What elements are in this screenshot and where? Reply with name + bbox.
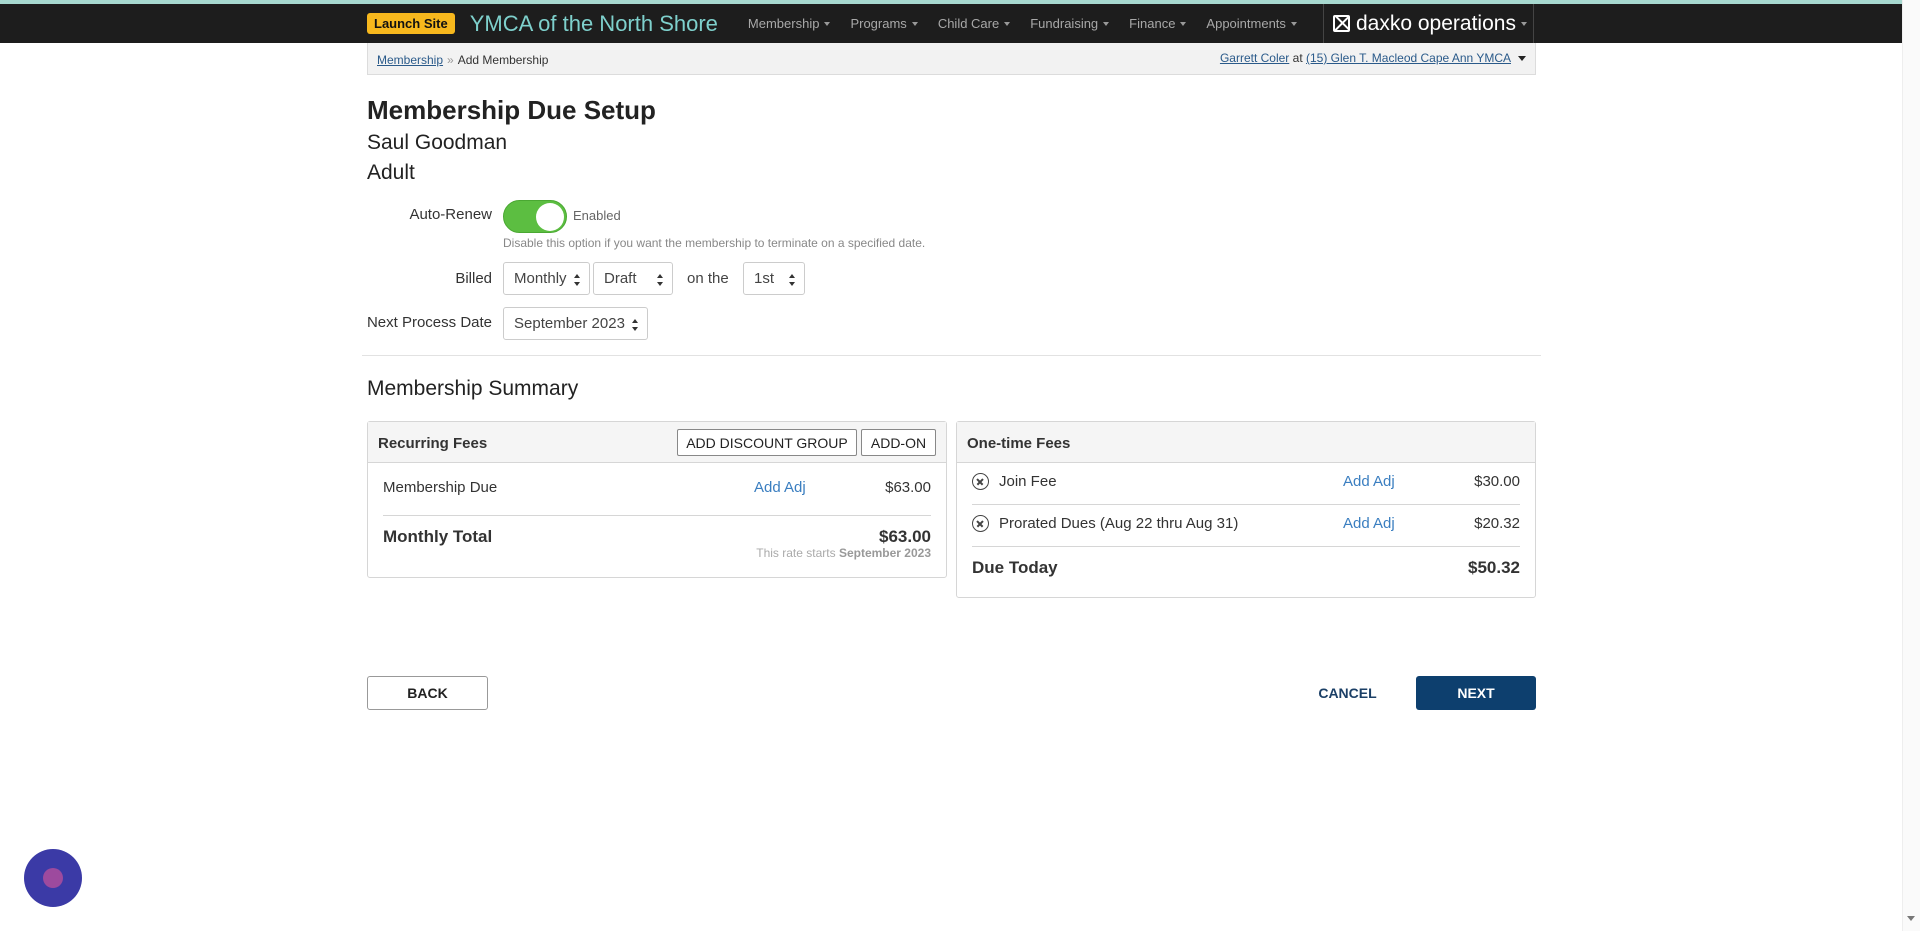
next-button[interactable]: NEXT (1416, 676, 1536, 710)
section-divider (362, 355, 1541, 356)
caret-down-icon (1520, 21, 1527, 26)
caret-down-icon (1004, 21, 1011, 26)
next-process-date-select[interactable]: September 2023 (503, 307, 648, 340)
billing-frequency-select[interactable]: Monthly (503, 262, 590, 295)
remove-circle-icon[interactable] (972, 515, 989, 532)
fee-amount: $20.32 (1474, 515, 1520, 532)
add-adj-link[interactable]: Add Adj (1343, 515, 1395, 532)
select-arrows-icon (632, 319, 639, 331)
breadcrumb-separator: » (447, 53, 454, 67)
nav-item-fundraising[interactable]: Fundraising (1030, 16, 1110, 31)
brand-title[interactable]: YMCA of the North Shore (470, 11, 718, 37)
billing-day-select[interactable]: 1st (743, 262, 805, 295)
scroll-down-icon[interactable] (1907, 916, 1915, 921)
select-arrows-icon (789, 274, 796, 286)
nav-item-label: Child Care (937, 16, 1000, 31)
add-adj-link[interactable]: Add Adj (1343, 473, 1395, 490)
nav-inner: Launch Site YMCA of the North Shore Memb… (367, 4, 1317, 43)
add-on-button[interactable]: ADD-ON (861, 429, 936, 456)
caret-down-icon (1180, 21, 1187, 26)
rate-note-date: September 2023 (838, 546, 931, 560)
breadcrumb-current: Add Membership (457, 53, 549, 67)
nav-item-membership[interactable]: Membership (748, 16, 831, 31)
member-name: Saul Goodman (367, 131, 508, 154)
next-process-date-label: Next Process Date (366, 314, 492, 331)
daxko-logo-icon (1333, 15, 1350, 32)
user-location-link[interactable]: (15) Glen T. Macleod Cape Ann YMCA (1306, 51, 1511, 65)
one-time-fees-panel: One-time Fees Join Fee Add Adj $30.00 Pr… (956, 421, 1536, 598)
user-location-menu[interactable]: Garrett Coler at (15) Glen T. Macleod Ca… (1220, 51, 1526, 65)
due-today-label: Due Today (972, 558, 1058, 577)
breadcrumb: Membership » Add Membership (377, 53, 548, 67)
add-discount-group-button[interactable]: ADD DISCOUNT GROUP (677, 429, 857, 456)
panel-header: Recurring Fees ADD DISCOUNT GROUP ADD-ON (368, 422, 946, 463)
top-navbar: Launch Site YMCA of the North Shore Memb… (0, 4, 1902, 43)
due-today-amount: $50.32 (1468, 558, 1520, 577)
cancel-button[interactable]: CANCEL (1310, 676, 1385, 710)
fee-name: Join Fee (999, 473, 1057, 490)
nav-item-label: Finance (1129, 16, 1176, 31)
row-divider (383, 515, 931, 516)
nav-item-label: Appointments (1206, 16, 1286, 31)
on-the-label: on the (687, 270, 729, 287)
nav-item-finance[interactable]: Finance (1129, 16, 1187, 31)
billing-method-select[interactable]: Draft (593, 262, 673, 295)
product-switcher[interactable]: daxko operations (1323, 4, 1534, 43)
billed-label: Billed (455, 270, 492, 287)
fee-name: Membership Due (383, 479, 498, 496)
membership-summary-title: Membership Summary (367, 377, 579, 400)
select-value: September 2023 (514, 315, 625, 332)
auto-renew-state: Enabled (573, 208, 621, 223)
launch-site-button[interactable]: Launch Site (367, 13, 455, 34)
auto-renew-label: Auto-Renew (409, 206, 492, 223)
one-time-fees-title: One-time Fees (967, 435, 1071, 452)
caret-down-icon (1290, 21, 1297, 26)
caret-down-icon (824, 21, 831, 26)
caret-down-icon (911, 21, 918, 26)
select-arrows-icon (574, 274, 581, 286)
page-title: Membership Due Setup (367, 95, 656, 125)
auto-renew-toggle[interactable] (503, 200, 567, 233)
nav-item-label: Programs (850, 16, 907, 31)
product-name: daxko operations (1356, 11, 1516, 35)
select-value: 1st (754, 270, 775, 287)
nav-item-appointments[interactable]: Appointments (1206, 16, 1297, 31)
monthly-total-label: Monthly Total (383, 527, 493, 546)
chat-widget-button[interactable] (24, 849, 82, 907)
member-type: Adult (367, 161, 415, 184)
user-at-text: at (1292, 51, 1303, 65)
toggle-knob (536, 203, 564, 231)
rate-start-note: This rate starts September 2023 (756, 546, 931, 560)
row-divider (972, 546, 1520, 547)
chat-icon (43, 868, 63, 888)
add-adj-link[interactable]: Add Adj (754, 479, 806, 496)
fee-amount: $30.00 (1474, 473, 1520, 490)
breadcrumb-bar: Membership » Add Membership Garrett Coler … (367, 43, 1536, 75)
caret-down-icon (1103, 21, 1110, 26)
caret-down-icon[interactable] (1518, 55, 1526, 61)
select-value: Monthly (514, 270, 567, 287)
remove-circle-icon[interactable] (972, 473, 989, 490)
nav-item-label: Membership (747, 16, 820, 31)
panel-header: One-time Fees (957, 422, 1535, 463)
select-arrows-icon (657, 274, 664, 286)
rate-note-prefix: This rate starts (756, 546, 836, 560)
recurring-fees-panel: Recurring Fees ADD DISCOUNT GROUP ADD-ON… (367, 421, 947, 578)
row-divider (972, 504, 1520, 505)
back-button[interactable]: BACK (367, 676, 488, 710)
auto-renew-help: Disable this option if you want the memb… (503, 236, 926, 250)
nav-item-programs[interactable]: Programs (850, 16, 918, 31)
fee-name: Prorated Dues (Aug 22 thru Aug 31) (999, 515, 1239, 532)
select-value: Draft (604, 270, 637, 287)
breadcrumb-link-membership[interactable]: Membership (377, 53, 443, 67)
page-scrollbar[interactable] (1902, 0, 1920, 931)
monthly-total-amount: $63.00 (879, 527, 931, 546)
user-name-link[interactable]: Garrett Coler (1220, 51, 1289, 65)
nav-item-child-care[interactable]: Child Care (937, 16, 1011, 31)
nav-item-label: Fundraising (1030, 16, 1099, 31)
fee-amount: $63.00 (885, 479, 931, 496)
recurring-fees-title: Recurring Fees (378, 435, 488, 452)
